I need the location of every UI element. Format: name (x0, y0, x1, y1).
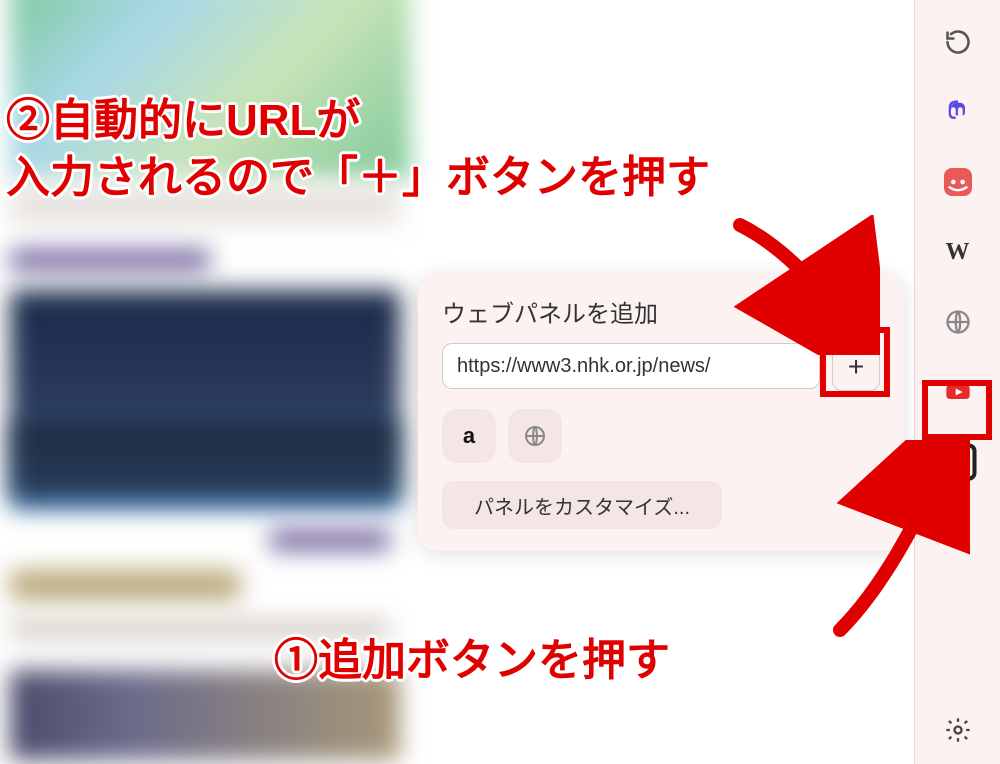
history-icon[interactable] (936, 20, 980, 64)
notes-icon[interactable] (936, 160, 980, 204)
add-url-button[interactable]: + (832, 343, 880, 391)
add-web-panel-button[interactable] (936, 440, 980, 484)
web-panel-sidebar: W (914, 0, 1000, 764)
wikipedia-label: W (946, 239, 970, 266)
blurred-thumbnail-row (10, 670, 400, 760)
popup-title: ウェブパネルを追加 (442, 294, 880, 329)
quick-add-web[interactable] (508, 409, 562, 463)
url-input-row: + (442, 343, 880, 391)
blurred-text-row (10, 185, 400, 225)
wikipedia-icon[interactable]: W (936, 230, 980, 274)
quick-add-row: a (442, 409, 880, 463)
add-web-panel-popup: ウェブパネルを追加 + a パネルをカスタマイズ... (418, 272, 904, 551)
blurred-date-text (10, 250, 210, 270)
blurred-map-thumbnail (10, 0, 410, 180)
blurred-heading (10, 570, 240, 600)
url-input[interactable] (442, 343, 820, 389)
settings-icon[interactable] (936, 708, 980, 752)
blurred-date-text (270, 530, 390, 550)
blurred-video-caption (10, 420, 400, 500)
youtube-icon[interactable] (936, 370, 980, 414)
globe-icon[interactable] (936, 300, 980, 344)
customize-panel-button[interactable]: パネルをカスタマイズ... (442, 481, 722, 529)
amazon-icon: a (463, 423, 475, 449)
mastodon-icon[interactable] (936, 90, 980, 134)
quick-add-amazon[interactable]: a (442, 409, 496, 463)
blurred-subtext (10, 620, 390, 638)
globe-icon (523, 424, 547, 448)
